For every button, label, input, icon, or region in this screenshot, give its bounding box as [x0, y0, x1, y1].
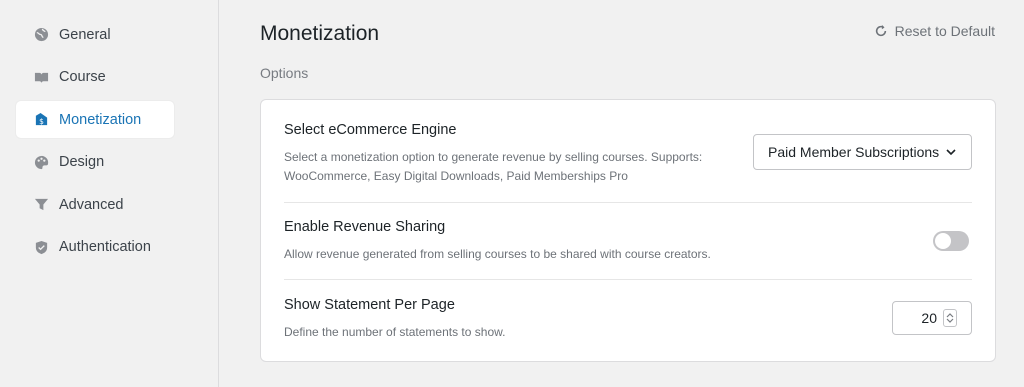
divider: [284, 279, 972, 280]
section-label: Options: [260, 65, 309, 81]
sidebar-item-label: General: [59, 26, 111, 43]
sidebar-item-label: Monetization: [59, 111, 142, 128]
sidebar-item-label: Course: [59, 69, 106, 85]
sidebar-item-authentication[interactable]: Authentication: [16, 229, 174, 266]
money-icon: $: [33, 112, 49, 128]
setting-description: Define the number of statements to show.: [284, 325, 506, 339]
select-value: Paid Member Subscriptions: [768, 144, 940, 160]
sidebar-item-course[interactable]: Course: [16, 59, 174, 96]
chevron-down-icon: [946, 149, 956, 156]
settings-app: General Course $ Monetization Design Adv…: [0, 0, 1024, 387]
sidebar: General Course $ Monetization Design Adv…: [0, 0, 219, 387]
divider: [284, 202, 972, 203]
sidebar-item-label: Design: [59, 154, 105, 170]
sidebar-item-general[interactable]: General: [16, 16, 174, 53]
reset-label: Reset to Default: [894, 23, 995, 39]
sidebar-item-label: Authentication: [59, 239, 151, 255]
revenue-sharing-row: Enable Revenue Sharing Allow revenue gen…: [284, 219, 972, 269]
ecommerce-engine-row: Select eCommerce Engine Select a monetiz…: [284, 122, 972, 192]
number-stepper[interactable]: [943, 309, 957, 327]
sidebar-item-label: Advanced: [59, 196, 124, 213]
ecommerce-engine-select[interactable]: Paid Member Subscriptions: [753, 134, 972, 170]
globe-icon: [33, 27, 49, 43]
setting-description: Allow revenue generated from selling cou…: [284, 247, 711, 261]
reset-to-default-button[interactable]: Reset to Default: [874, 23, 995, 39]
page-title: Monetization: [260, 22, 380, 45]
sidebar-item-design[interactable]: Design: [16, 144, 174, 181]
filter-icon: [33, 197, 49, 213]
options-card: Select eCommerce Engine Select a monetiz…: [260, 99, 996, 362]
chevron-down-icon: [946, 318, 954, 323]
setting-title: Enable Revenue Sharing: [284, 219, 446, 235]
book-icon: [33, 69, 49, 85]
sidebar-item-advanced[interactable]: Advanced: [16, 186, 174, 223]
statements-per-page-row: Show Statement Per Page Define the numbe…: [284, 297, 972, 347]
sidebar-item-monetization[interactable]: $ Monetization: [16, 101, 174, 138]
statements-per-page-input[interactable]: 20: [892, 301, 972, 335]
revenue-sharing-toggle[interactable]: [933, 231, 969, 251]
shield-icon: [33, 239, 49, 255]
main-content: Monetization Reset to Default Options Se…: [220, 0, 1024, 387]
palette-icon: [33, 154, 49, 170]
toggle-knob: [935, 233, 951, 249]
reset-icon: [875, 24, 886, 37]
setting-title: Show Statement Per Page: [284, 297, 455, 313]
number-value: 20: [921, 310, 937, 326]
svg-text:$: $: [39, 117, 44, 126]
